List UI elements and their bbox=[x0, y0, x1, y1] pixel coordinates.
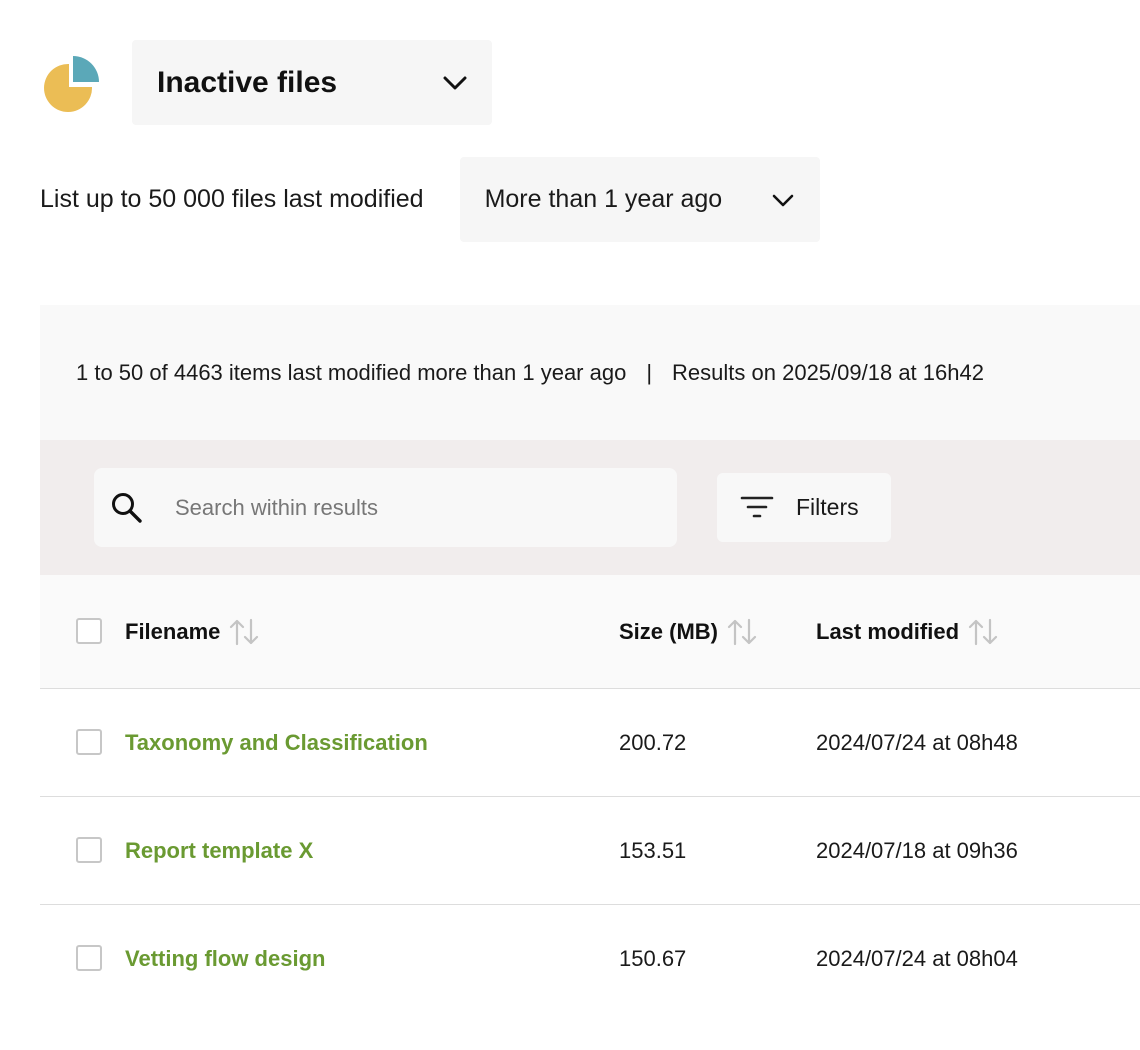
view-select-dropdown[interactable]: Inactive files bbox=[132, 40, 492, 125]
last-modified-cell: 2024/07/18 at 09h36 bbox=[816, 838, 1018, 863]
row-checkbox[interactable] bbox=[76, 837, 102, 863]
size-cell: 200.72 bbox=[619, 730, 687, 755]
table-header: Filename Size (MB) Last modified bbox=[40, 575, 1140, 689]
results-range-text: 1 to 50 of 4463 items last modified more… bbox=[76, 359, 627, 385]
chevron-down-icon bbox=[442, 70, 468, 96]
view-select-label: Inactive files bbox=[157, 65, 338, 99]
size-cell: 153.51 bbox=[619, 838, 687, 863]
chevron-down-icon bbox=[770, 187, 796, 213]
filters-button[interactable]: Filters bbox=[717, 473, 891, 542]
sort-icon bbox=[726, 618, 758, 646]
last-modified-cell: 2024/07/24 at 08h48 bbox=[816, 730, 1018, 755]
filename-link[interactable]: Vetting flow design bbox=[125, 905, 325, 1013]
column-header-size[interactable]: Size (MB) bbox=[619, 575, 758, 689]
row-checkbox[interactable] bbox=[76, 945, 102, 971]
column-header-label: Size (MB) bbox=[619, 619, 718, 644]
table-row: Vetting flow design 150.67 2024/07/24 at… bbox=[40, 905, 1140, 1013]
period-select-dropdown[interactable]: More than 1 year ago bbox=[459, 157, 820, 242]
select-all-checkbox[interactable] bbox=[76, 618, 102, 644]
column-header-filename[interactable]: Filename bbox=[125, 575, 260, 689]
pie-chart-icon bbox=[42, 54, 100, 112]
sort-icon bbox=[228, 618, 260, 646]
sort-icon bbox=[967, 618, 999, 646]
filename-link[interactable]: Taxonomy and Classification bbox=[125, 689, 428, 797]
filter-icon bbox=[739, 493, 775, 523]
results-timestamp: Results on 2025/09/18 at 16h42 bbox=[672, 359, 984, 385]
summary-separator: | bbox=[646, 359, 653, 385]
period-filter-prefix: List up to 50 000 files last modified bbox=[40, 185, 424, 213]
period-select-label: More than 1 year ago bbox=[484, 185, 723, 213]
search-input[interactable] bbox=[173, 493, 677, 522]
table-row: Taxonomy and Classification 200.72 2024/… bbox=[40, 689, 1140, 797]
last-modified-cell: 2024/07/24 at 08h04 bbox=[816, 946, 1018, 971]
row-checkbox[interactable] bbox=[76, 729, 102, 755]
column-header-label: Last modified bbox=[816, 619, 960, 644]
results-toolbar: Filters bbox=[40, 440, 1140, 575]
table-row: Report template X 153.51 2024/07/18 at 0… bbox=[40, 797, 1140, 905]
column-header-label: Filename bbox=[125, 619, 221, 644]
column-header-last-modified[interactable]: Last modified bbox=[816, 575, 999, 689]
inactive-files-page: Inactive files List up to 50 000 files l… bbox=[0, 0, 1140, 1050]
files-table: Filename Size (MB) Last modified Taxonom… bbox=[40, 575, 1140, 1013]
size-cell: 150.67 bbox=[619, 946, 687, 971]
filename-link[interactable]: Report template X bbox=[125, 797, 313, 905]
results-summary: 1 to 50 of 4463 items last modified more… bbox=[40, 305, 1140, 440]
search-icon bbox=[110, 491, 144, 525]
period-filter-row: List up to 50 000 files last modified Mo… bbox=[40, 157, 820, 242]
filters-button-label: Filters bbox=[796, 494, 859, 520]
search-box bbox=[94, 468, 677, 547]
